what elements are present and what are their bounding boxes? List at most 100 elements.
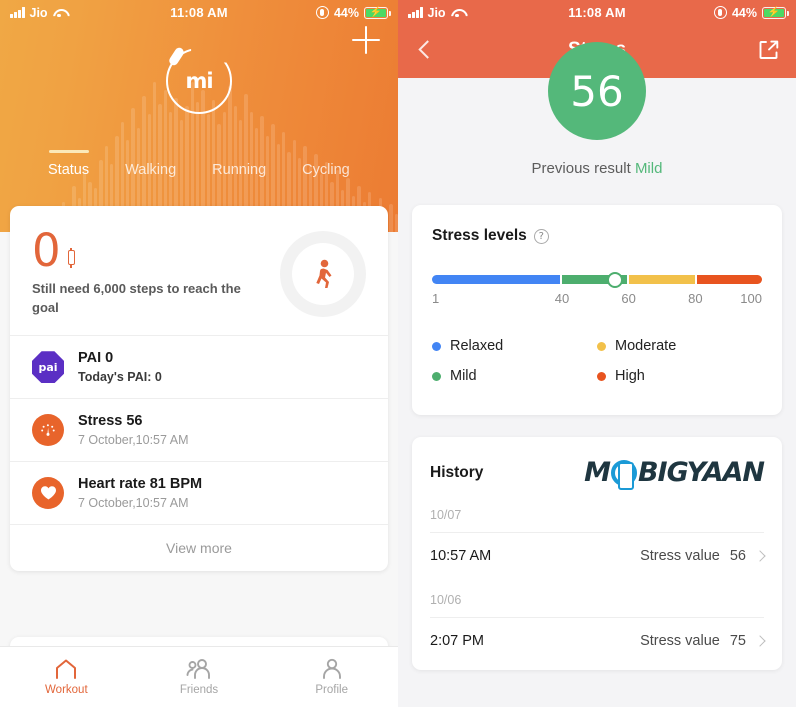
profile-icon <box>322 658 341 679</box>
list-item-heart-rate[interactable]: Heart rate 81 BPM 7 October,10:57 AM <box>10 461 388 524</box>
history-label-1: Stress value <box>640 548 720 564</box>
scale-tick-80: 80 <box>688 291 703 306</box>
history-time-2: 2:07 PM <box>430 633 484 649</box>
scale-segment-relaxed <box>432 275 560 284</box>
legend-dot-moderate <box>597 341 606 351</box>
watermark-pre: M <box>584 457 611 488</box>
activity-tabs: Status Walking Running Cycling <box>0 150 398 178</box>
legend-label-relaxed: Relaxed <box>450 338 504 354</box>
scale-tick-40: 40 <box>554 291 570 306</box>
status-card: 0 Still need 6,000 steps to reach the go… <box>10 206 388 572</box>
nav-label-workout: Workout <box>45 684 88 696</box>
left-status-bar: Jio 11:08 AM 44% ⚡ <box>0 0 398 22</box>
history-row-2[interactable]: 2:07 PM Stress value 75 <box>430 617 766 664</box>
pai-octagon-icon: pai <box>32 351 64 384</box>
legend-dot-relaxed <box>432 341 441 351</box>
chevron-right-icon <box>754 635 766 647</box>
steps-progress-ring <box>280 230 366 317</box>
left-hero-banner <box>0 0 398 232</box>
battery-charging-icon: ⚡ <box>364 6 391 19</box>
history-row-1[interactable]: 10:57 AM Stress value 56 <box>430 532 766 579</box>
legend-item-high: High <box>597 361 762 391</box>
mi-fit-status-screen: Jio 11:08 AM 44% ⚡ mi Status Walking Run… <box>0 0 398 707</box>
pai-icon-label: pai <box>32 351 64 384</box>
battery-percent-label: 44% <box>731 5 757 20</box>
stress-icon-circle <box>32 414 64 447</box>
stress-levels-title: Stress levels <box>432 227 527 244</box>
history-card: History M BIGYAAN 10/07 10:57 AM Stress … <box>412 437 782 670</box>
history-value-block-1: Stress value 56 <box>640 548 766 564</box>
view-more-button[interactable]: View more <box>10 524 388 571</box>
scale-tick-1: 1 <box>432 291 440 306</box>
nav-item-profile[interactable]: Profile <box>265 647 398 707</box>
heart-title: Heart rate 81 BPM <box>78 476 203 493</box>
steps-count: 0 <box>32 224 61 277</box>
pai-subtitle: Today's PAI: 0 <box>78 370 162 385</box>
stress-detail-screen: Jio 11:08 AM 44% ⚡ Stress 56 <box>398 0 796 707</box>
friends-icon <box>186 659 210 679</box>
status-bar-right: 44% ⚡ <box>315 5 391 20</box>
stress-score-circle: 56 <box>548 42 646 140</box>
dual-screenshot: Jio 11:08 AM 44% ⚡ mi Status Walking Run… <box>0 0 796 707</box>
previous-result-label: Previous result <box>531 160 631 177</box>
steps-text-block: 0 Still need 6,000 steps to reach the go… <box>32 224 247 317</box>
scale-tick-60: 60 <box>621 291 636 306</box>
pai-text-block: PAI 0 Today's PAI: 0 <box>78 350 162 384</box>
battery-percent-label: 44% <box>333 5 359 20</box>
bottom-navigation: Workout Friends Profile <box>0 646 398 707</box>
history-header: History M BIGYAAN <box>430 437 765 494</box>
stress-levels-card: Stress levels ? 1 40 60 80 100 Relaxed Moder… <box>412 205 782 415</box>
stress-scale-marker[interactable] <box>607 271 624 288</box>
plus-icon[interactable] <box>352 26 380 54</box>
status-bar-right: 44% ⚡ <box>713 5 789 20</box>
stress-score-block: 56 Previous result Mild <box>398 42 796 177</box>
legend-dot-high <box>597 371 606 381</box>
scale-tick-100: 100 <box>740 291 762 306</box>
steps-summary: 0 Still need 6,000 steps to reach the go… <box>10 206 388 335</box>
steps-goal-text: Still need 6,000 steps to reach the goal <box>32 281 241 315</box>
tab-cycling[interactable]: Cycling <box>302 150 350 178</box>
history-date-group-2: 10/06 <box>430 593 462 607</box>
legend-item-relaxed: Relaxed <box>432 331 597 361</box>
question-mark-icon[interactable]: ? <box>533 228 549 244</box>
stress-scale-track <box>432 275 762 284</box>
history-date-group-1: 10/07 <box>430 508 462 522</box>
list-item-stress[interactable]: Stress 56 7 October,10:57 AM <box>10 398 388 461</box>
rotation-lock-icon <box>713 6 727 19</box>
stress-scale-ticks: 1 40 60 80 100 <box>432 291 762 309</box>
heart-icon-circle <box>32 477 64 510</box>
watermark-post: BIGYAAN <box>637 457 765 488</box>
heart-icon <box>32 477 64 510</box>
nav-item-workout[interactable]: Workout <box>0 647 133 707</box>
stress-subtitle: 7 October,10:57 AM <box>78 433 189 448</box>
steps-count-row: 0 <box>32 224 247 277</box>
walking-person-icon <box>292 242 354 305</box>
tab-walking[interactable]: Walking <box>125 150 176 178</box>
legend-dot-mild <box>432 371 441 381</box>
scale-segment-moderate <box>629 275 695 284</box>
legend-item-moderate: Moderate <box>597 331 762 361</box>
history-number-2: 75 <box>729 633 746 649</box>
nav-label-friends: Friends <box>179 684 219 696</box>
legend-item-mild: Mild <box>432 361 597 391</box>
legend-label-mild: Mild <box>450 368 477 384</box>
stress-gauge-icon <box>32 414 64 447</box>
nav-item-friends[interactable]: Friends <box>133 647 266 707</box>
rotation-lock-icon <box>315 6 329 19</box>
home-icon <box>56 659 77 679</box>
nav-label-profile: Profile <box>315 684 348 696</box>
heart-subtitle: 7 October,10:57 AM <box>78 496 189 511</box>
heart-text-block: Heart rate 81 BPM 7 October,10:57 AM <box>78 476 202 510</box>
list-item-pai[interactable]: pai PAI 0 Today's PAI: 0 <box>10 335 388 398</box>
right-status-bar: Jio 11:08 AM 44% ⚡ <box>398 0 796 22</box>
watermark-o-logo <box>610 459 637 490</box>
stress-legend: Relaxed Moderate Mild High <box>432 331 762 391</box>
legend-label-moderate: Moderate <box>615 338 677 354</box>
mi-logo-text: mi <box>185 69 213 93</box>
tab-running[interactable]: Running <box>212 150 266 178</box>
history-number-1: 56 <box>729 548 746 564</box>
tab-status[interactable]: Status <box>48 150 89 178</box>
stress-levels-header: Stress levels ? <box>432 205 762 245</box>
battery-charging-icon: ⚡ <box>762 6 789 19</box>
chevron-right-icon <box>754 550 766 562</box>
